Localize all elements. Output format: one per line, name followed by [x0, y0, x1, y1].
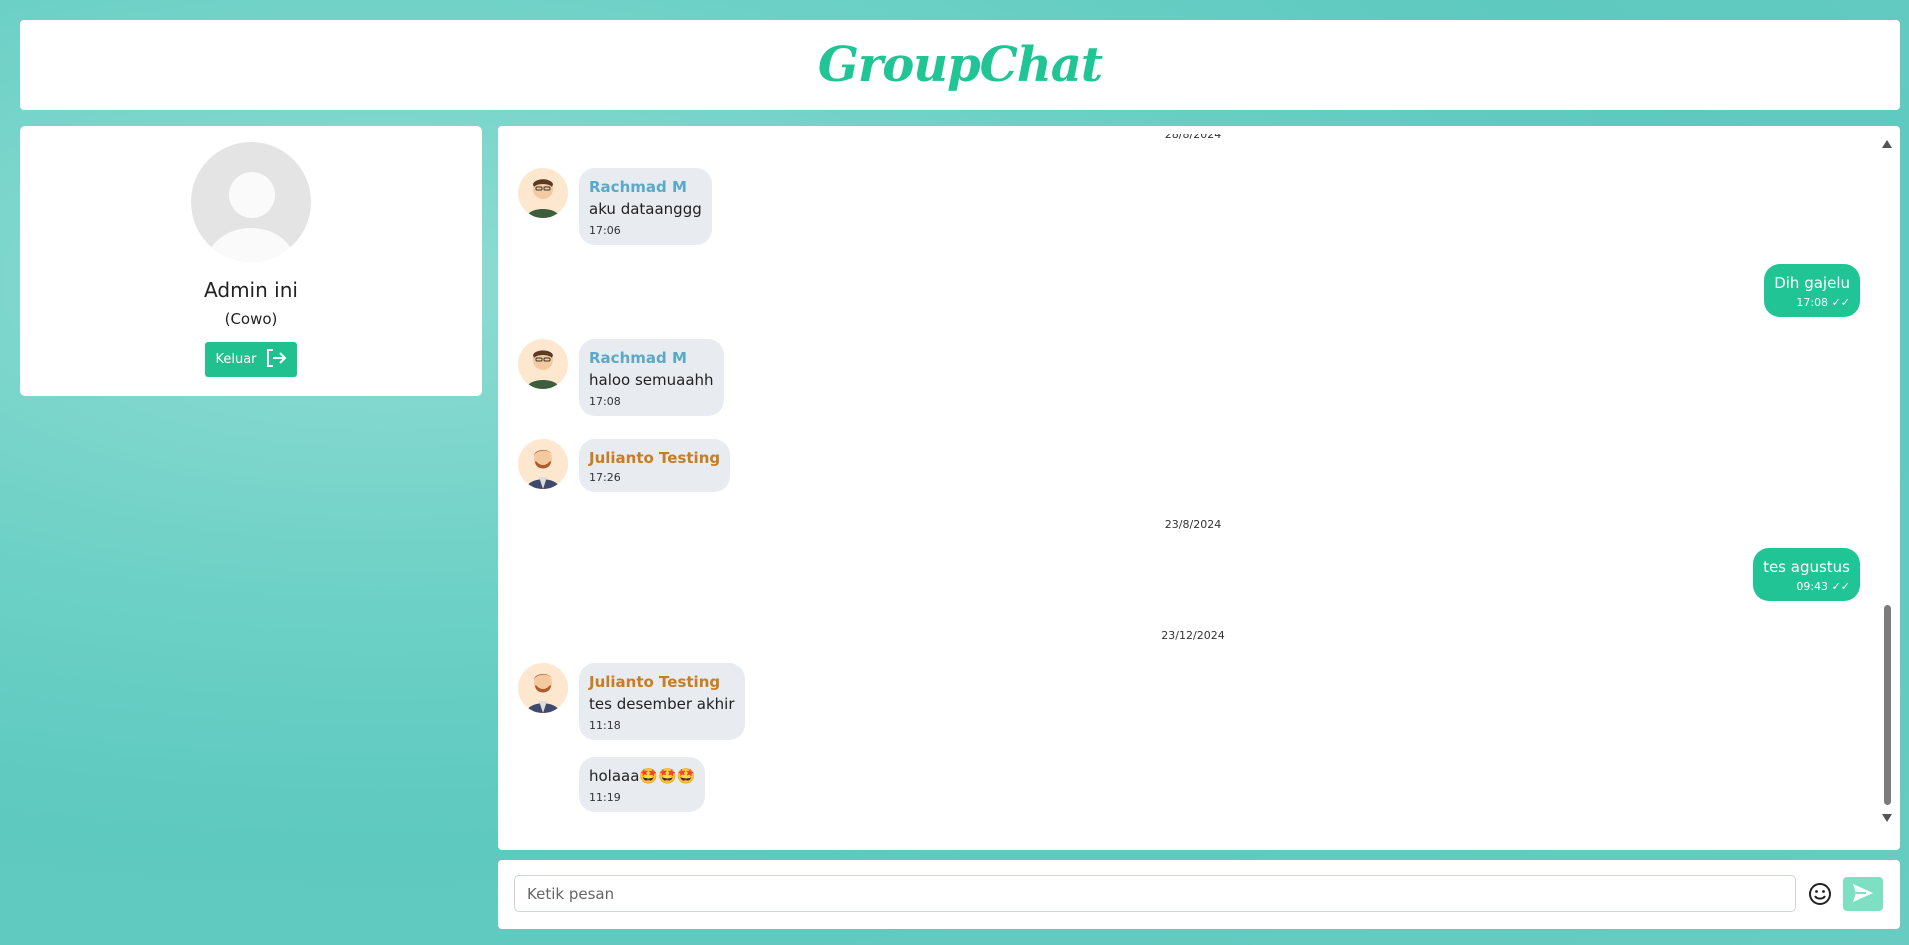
message-time: 17:06 — [589, 224, 621, 237]
message-text: tes desember akhir — [589, 695, 735, 713]
message-bubble: Julianto Testing 17:26 — [579, 439, 731, 492]
message-input[interactable] — [514, 875, 1796, 912]
profile-name: Admin ini — [204, 278, 298, 302]
avatar-julianto — [518, 663, 568, 713]
chat-scrollbar[interactable] — [1882, 140, 1892, 822]
message-bubble: Julianto Testing tes desember akhir 11:1… — [579, 663, 745, 740]
logout-icon — [265, 348, 287, 372]
avatar-rachmad — [518, 168, 568, 218]
message-bubble-own: tes agustus 09:43 ✓✓ — [1753, 548, 1860, 601]
message-text: Dih gajelu — [1774, 274, 1850, 292]
date-separator: 23/12/2024 — [1161, 629, 1225, 642]
profile-avatar — [191, 142, 311, 262]
logout-label: Keluar — [215, 352, 257, 367]
date-separator: 23/8/2024 — [1164, 518, 1222, 531]
message-bubble-own: Dih gajelu 17:08 ✓✓ — [1764, 264, 1860, 317]
sender-name: Rachmad M — [589, 178, 687, 196]
message-time: 17:08 — [589, 395, 621, 408]
avatar-rachmad — [518, 339, 568, 389]
message-text: aku dataanggg — [589, 200, 702, 218]
message-bubble: Rachmad M haloo semuaahh 17:08 — [579, 339, 724, 416]
chat-panel[interactable]: 28/8/2024 Rachmad M aku dataanggg 17:06 … — [498, 126, 1900, 850]
message-time: 09:43 — [1796, 580, 1829, 593]
message-text: haloo semuaahh — [589, 371, 714, 389]
message-bubble: holaaa🤩🤩🤩 11:19 — [579, 757, 706, 812]
message-text: holaaa🤩🤩🤩 — [589, 767, 696, 785]
double-check-icon: ✓✓ — [1831, 580, 1850, 593]
sender-name: Rachmad M — [589, 349, 687, 367]
scroll-thumb[interactable] — [1884, 605, 1891, 805]
scroll-down-arrow[interactable] — [1882, 814, 1892, 822]
smiley-icon[interactable] — [1808, 882, 1832, 906]
profile-card: Admin ini (Cowo) Keluar — [20, 126, 482, 396]
message-time: 11:19 — [589, 791, 621, 804]
message-time: 17:08 — [1796, 296, 1829, 309]
date-separator: 28/8/2024 — [1164, 134, 1222, 141]
avatar-julianto — [518, 439, 568, 489]
logout-button[interactable]: Keluar — [205, 342, 297, 377]
send-icon — [1851, 882, 1875, 907]
message-time: 11:18 — [589, 719, 621, 732]
message-text: tes agustus — [1763, 558, 1850, 576]
message-bubble: Rachmad M aku dataanggg 17:06 — [579, 168, 712, 245]
profile-gender: (Cowo) — [224, 310, 278, 328]
app-header: GroupChat — [20, 20, 1900, 110]
composer — [498, 860, 1900, 929]
message-time: 17:26 — [589, 471, 621, 484]
app-brand: GroupChat — [817, 37, 1103, 93]
scroll-up-arrow[interactable] — [1882, 140, 1892, 148]
sender-name: Julianto Testing — [589, 673, 721, 691]
double-check-icon: ✓✓ — [1831, 296, 1850, 309]
sender-name: Julianto Testing — [589, 449, 721, 467]
send-button[interactable] — [1843, 877, 1883, 911]
